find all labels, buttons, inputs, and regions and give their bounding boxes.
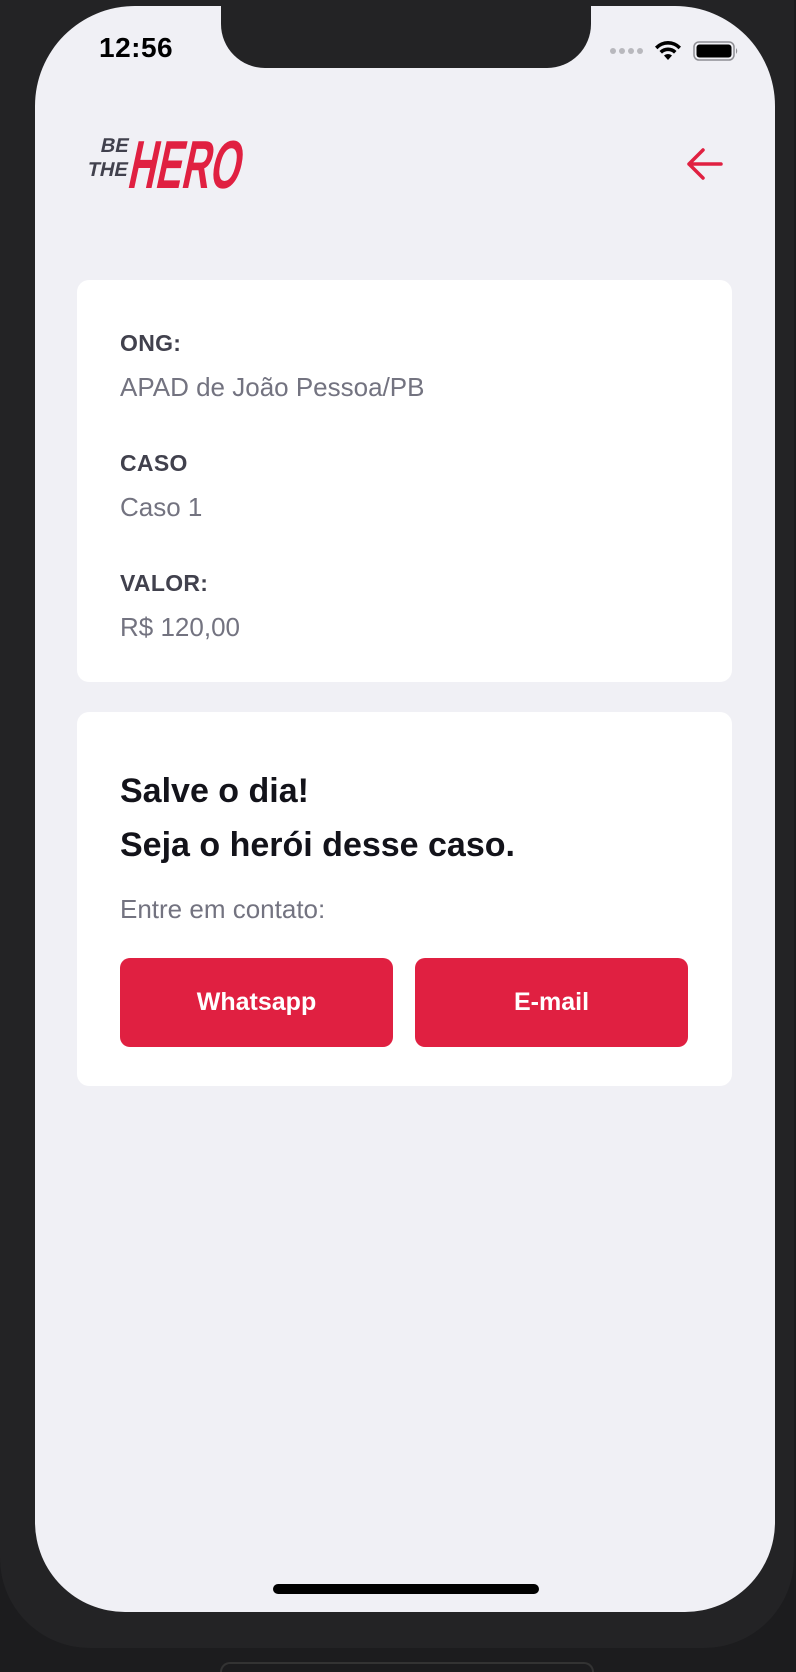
device-notch (221, 6, 591, 68)
cellular-signal-icon (610, 48, 643, 54)
contact-description: Entre em contato: (120, 894, 326, 924)
arrow-left-icon[interactable] (685, 144, 725, 184)
status-icons (610, 40, 739, 62)
contact-title-line2: Seja o herói desse caso. (120, 826, 515, 864)
value-label: VALOR: (120, 570, 209, 596)
svg-text:THE: THE (86, 159, 131, 181)
case-value: Caso 1 (120, 492, 203, 522)
battery-icon (693, 41, 738, 61)
contact-title-line1: Salve o dia! (120, 772, 309, 810)
contact-title: Salve o dia! Seja o herói desse caso. (120, 764, 515, 872)
contact-card: Salve o dia! Seja o herói desse caso. En… (77, 712, 732, 1086)
case-label: CASO (120, 450, 188, 476)
email-button[interactable]: E-mail (415, 958, 688, 1047)
value-amount: R$ 120,00 (120, 612, 240, 642)
device-dock-edge (220, 1662, 594, 1672)
ong-value: APAD de João Pessoa/PB (120, 372, 425, 402)
svg-text:HERO: HERO (123, 127, 251, 194)
home-indicator[interactable] (273, 1584, 539, 1594)
be-the-hero-logo: BE THE HERO (86, 127, 252, 194)
ong-label: ONG: (120, 330, 182, 356)
app-screen: 12:56 BE THE HERO ONG: APAD de João Pess… (35, 6, 775, 1612)
whatsapp-button[interactable]: Whatsapp (120, 958, 393, 1047)
incident-card: ONG: APAD de João Pessoa/PB CASO Caso 1 … (77, 280, 732, 682)
svg-text:BE: BE (99, 135, 131, 157)
wifi-icon (655, 41, 681, 60)
status-time: 12:56 (99, 32, 174, 63)
